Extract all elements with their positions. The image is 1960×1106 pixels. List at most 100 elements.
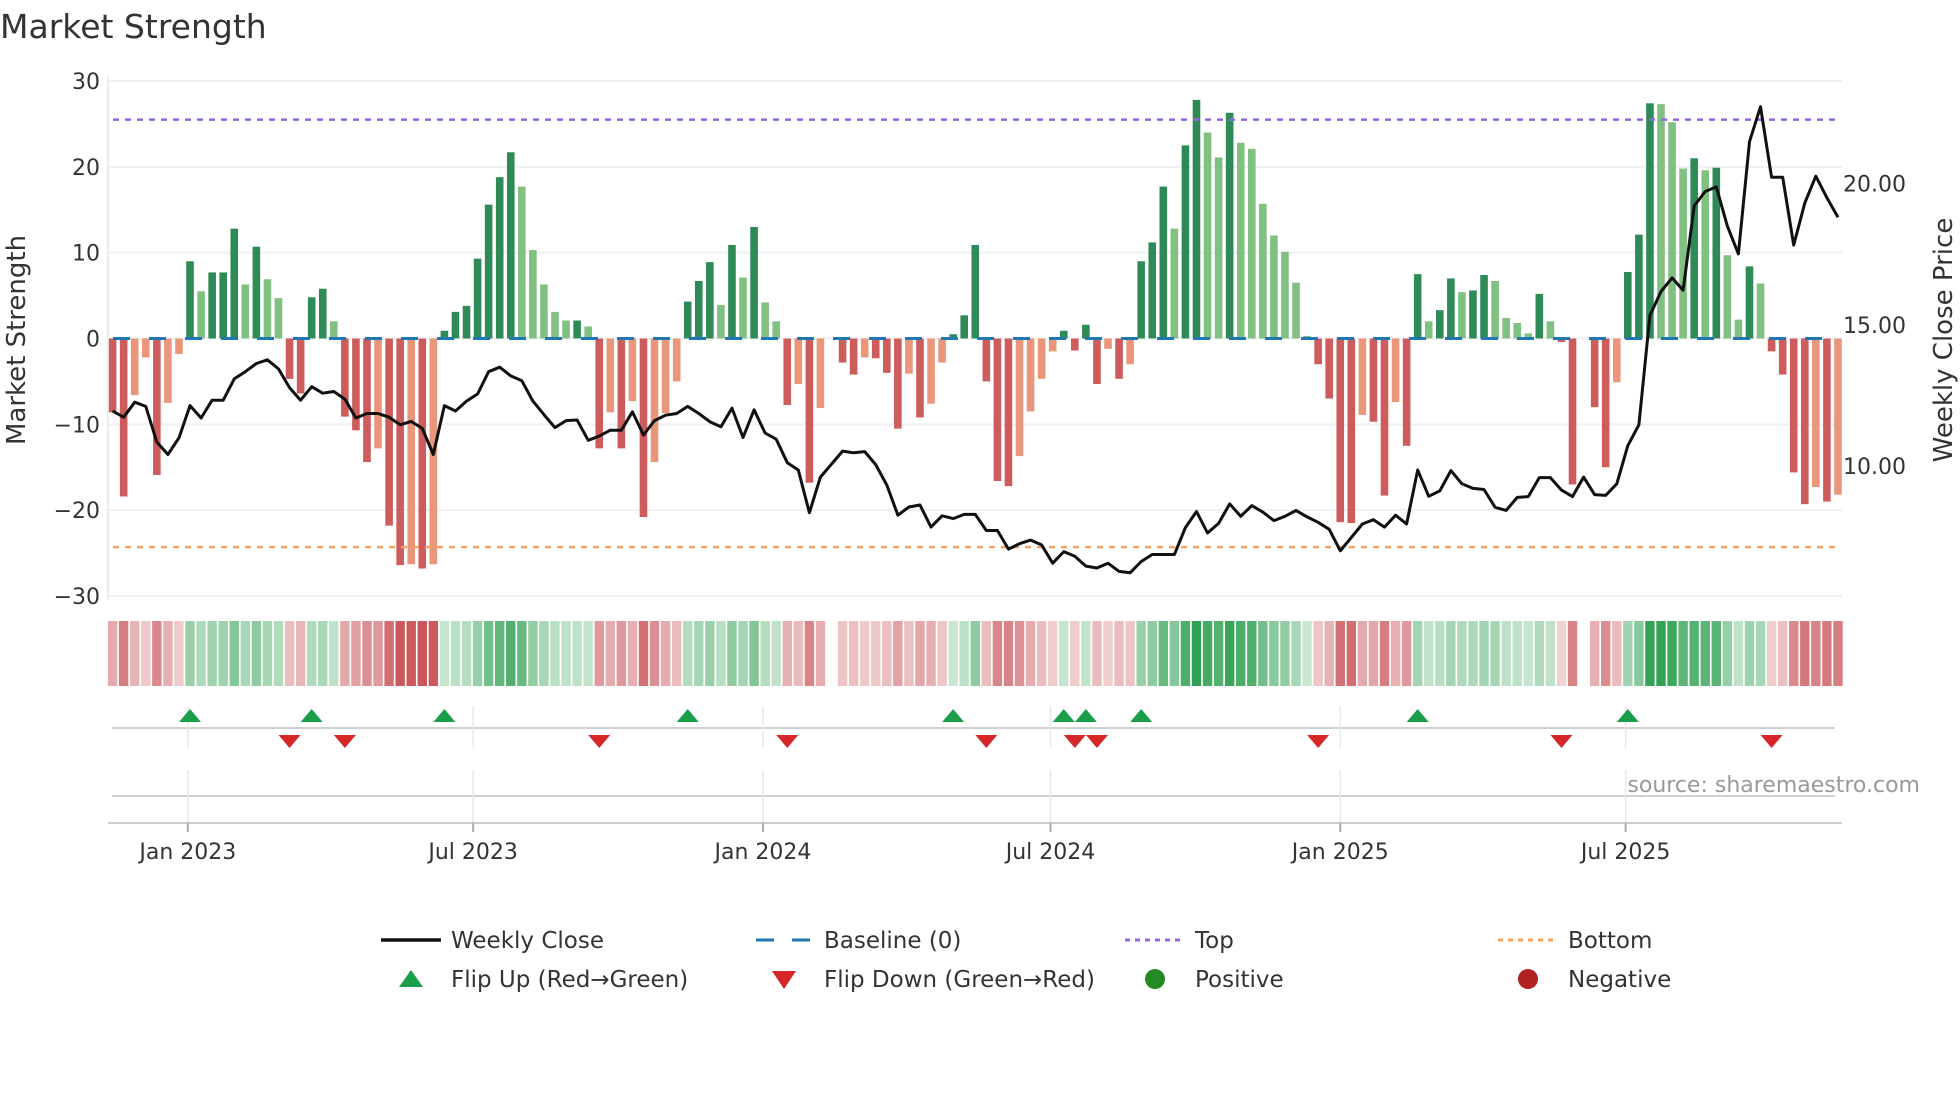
- strength-bar: [1502, 317, 1510, 339]
- strength-bar: [905, 338, 913, 374]
- legend-circle-icon: [1145, 969, 1165, 989]
- strip-cell: [1800, 621, 1810, 686]
- strength-bar: [1137, 261, 1145, 339]
- strength-bar: [1480, 274, 1488, 339]
- strip-cell: [1202, 621, 1213, 686]
- strip-cell: [251, 621, 262, 686]
- flip-down-marker: [776, 735, 799, 748]
- strength-bar: [783, 338, 792, 406]
- strength-bar: [1225, 112, 1234, 339]
- y-tick-label: 10: [72, 242, 100, 267]
- strip-cell: [1368, 621, 1379, 686]
- strength-bar: [1590, 338, 1599, 408]
- strength-bar: [363, 338, 371, 463]
- flip-down-marker: [1760, 735, 1783, 748]
- strength-bar: [1015, 338, 1024, 457]
- strength-bar: [1612, 338, 1621, 383]
- flip-down-marker: [1307, 735, 1330, 748]
- strength-bar: [971, 244, 980, 339]
- strength-bar: [462, 305, 471, 339]
- strip-cell: [771, 621, 781, 686]
- flip-up-marker: [1406, 709, 1429, 722]
- strength-bar: [1369, 338, 1378, 422]
- strength-bar: [241, 284, 250, 339]
- strip-cell: [1059, 621, 1069, 686]
- legend-item: Bottom: [1498, 928, 1652, 954]
- strip-cell: [1468, 621, 1478, 686]
- strip-cell: [1634, 621, 1644, 686]
- strength-bar: [1723, 255, 1732, 339]
- strength-bar: [1601, 338, 1610, 468]
- legend-label: Bottom: [1568, 928, 1652, 954]
- strip-cell: [1766, 621, 1777, 686]
- strength-bar: [1336, 338, 1345, 523]
- strength-bar: [1513, 323, 1522, 339]
- strength-bar: [1270, 235, 1278, 339]
- strength-bar: [1491, 280, 1499, 339]
- strip-cell: [1003, 621, 1014, 686]
- strength-bar: [1568, 338, 1577, 485]
- strip-cell: [395, 621, 405, 686]
- strip-cell: [683, 621, 693, 686]
- y-axis: 30 20 10 0 −10 −20 −30: [54, 70, 109, 610]
- y-tick-label: −10: [54, 413, 100, 438]
- flip-up-marker: [676, 709, 699, 722]
- flip-down-marker: [1063, 735, 1086, 748]
- strip-cell: [318, 621, 328, 686]
- strength-bar: [1236, 142, 1245, 339]
- strip-cell: [340, 621, 350, 686]
- strip-cell: [1545, 621, 1556, 686]
- strip-cell: [406, 621, 416, 686]
- market-strength-chart: Market Strength Market Strength Weekly C…: [0, 7, 1959, 993]
- strip-cell: [240, 621, 251, 686]
- y-tick-label: 0: [86, 328, 100, 353]
- strength-bar: [1115, 338, 1123, 379]
- strip-cell: [1501, 621, 1511, 686]
- strength-bar: [540, 284, 548, 339]
- flip-down-marker: [588, 735, 611, 748]
- strength-bar: [1281, 251, 1289, 339]
- strip-cell: [1335, 621, 1345, 686]
- strength-bar: [805, 338, 814, 483]
- strength-bar: [1292, 282, 1300, 339]
- strip-cell: [1401, 621, 1412, 686]
- y2-tick-label: 20.00: [1843, 173, 1906, 198]
- strip-cell: [793, 621, 804, 686]
- strip-cell: [1048, 621, 1058, 686]
- strength-bar: [1778, 338, 1787, 375]
- strip-cell: [152, 621, 162, 686]
- chart-title: Market Strength: [0, 7, 267, 46]
- strength-bar: [1767, 338, 1776, 352]
- strip-cell: [417, 621, 427, 686]
- strip-cell: [1446, 621, 1456, 686]
- strength-bar: [1314, 338, 1322, 365]
- flip-up-marker: [179, 709, 202, 722]
- legend-item: Baseline (0): [756, 928, 961, 954]
- legend-item: Weekly Close: [381, 928, 604, 954]
- strip-cell: [1379, 621, 1390, 686]
- y-tick-label: −20: [54, 499, 100, 524]
- strip-cell: [1346, 621, 1357, 686]
- strength-bar: [385, 338, 393, 526]
- strip-cell: [583, 621, 593, 686]
- strip-cell: [262, 621, 273, 686]
- strip-cell: [1114, 621, 1124, 686]
- strength-bar: [208, 272, 216, 339]
- legend-circle-icon: [1518, 969, 1538, 989]
- strip-cell: [815, 621, 826, 686]
- strength-bar: [407, 338, 416, 565]
- strength-bar: [628, 338, 637, 402]
- x-tick-label: Jul 2023: [426, 840, 518, 865]
- strip-cell: [1667, 621, 1677, 686]
- strength-bar: [396, 338, 404, 566]
- strength-bar: [661, 338, 670, 414]
- strip-cell: [461, 621, 472, 686]
- strip-cell: [1236, 621, 1246, 686]
- strip-cell: [1700, 621, 1710, 686]
- strength-bar: [595, 338, 604, 449]
- strip-cell: [1601, 621, 1611, 686]
- strength-bar: [617, 338, 626, 449]
- strip-cell: [992, 621, 1003, 686]
- strip-cell: [1103, 621, 1113, 686]
- strip-cell: [981, 621, 992, 686]
